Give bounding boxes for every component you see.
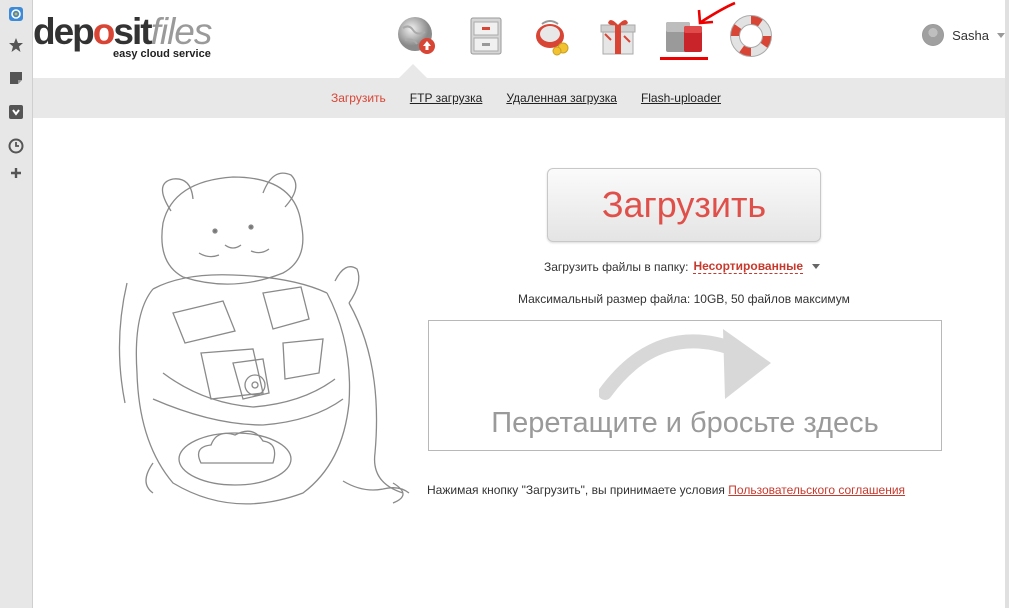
folder-select[interactable]: Несортированные — [693, 259, 804, 274]
upload-globe-icon[interactable] — [395, 14, 439, 58]
star-icon[interactable] — [8, 37, 24, 53]
page: depositfiles easy cloud service Sasha За… — [0, 0, 1009, 608]
annotation-underline — [660, 57, 708, 60]
hamster-illustration — [118, 172, 410, 505]
subnav-flash-uploader[interactable]: Flash-uploader — [641, 91, 721, 105]
upload-subnav: Загрузить FTP загрузка Удаленная загрузк… — [33, 78, 1009, 118]
browser-sidebar — [0, 0, 33, 608]
annotation-arrow-icon — [697, 1, 736, 25]
terms-link[interactable]: Пользовательского соглашения — [728, 483, 905, 497]
active-nav-pointer — [399, 64, 427, 78]
terms-notice: Нажимая кнопку "Загрузить", вы принимает… — [427, 483, 905, 497]
site-header: depositfiles easy cloud service Sasha — [33, 0, 1009, 78]
subnav-remote-upload[interactable]: Удаленная загрузка — [506, 91, 617, 105]
add-icon[interactable] — [8, 165, 24, 181]
file-cabinet-icon[interactable] — [464, 14, 508, 58]
terms-text: Нажимая кнопку "Загрузить", вы принимает… — [427, 483, 725, 497]
download-icon[interactable] — [8, 104, 24, 120]
chevron-down-icon — [997, 32, 1005, 38]
max-size-info: Максимальный размер файла: 10GB, 50 файл… — [518, 292, 850, 306]
user-name: Sasha — [952, 27, 989, 43]
subnav-upload[interactable]: Загрузить — [331, 91, 386, 105]
upload-button[interactable]: Загрузить — [547, 168, 821, 242]
chevron-down-icon[interactable] — [812, 264, 821, 269]
history-clock-icon[interactable] — [8, 138, 24, 154]
target-folder-row: Загрузить файлы в папку: Несортированные — [544, 259, 821, 274]
drop-zone-text: Перетащите и бросьте здесь — [491, 407, 879, 439]
piggy-bank-icon[interactable] — [530, 14, 574, 58]
scrollbar-track[interactable] — [1005, 0, 1009, 608]
logo-tagline: easy cloud service — [113, 48, 211, 60]
drop-zone[interactable]: Перетащите и бросьте здесь — [428, 320, 942, 451]
user-menu[interactable]: Sasha — [922, 24, 1005, 46]
avatar — [922, 24, 945, 46]
gift-icon[interactable] — [596, 14, 640, 58]
curved-arrow-icon — [599, 329, 771, 400]
logo[interactable]: depositfiles — [33, 12, 212, 52]
folder-label: Загрузить файлы в папку: — [544, 259, 689, 274]
mail-icon[interactable] — [8, 6, 24, 22]
subnav-ftp-upload[interactable]: FTP загрузка — [410, 91, 483, 105]
upload-main: Загрузить Загрузить файлы в папку: Несор… — [33, 118, 1009, 608]
note-icon[interactable] — [8, 70, 24, 86]
